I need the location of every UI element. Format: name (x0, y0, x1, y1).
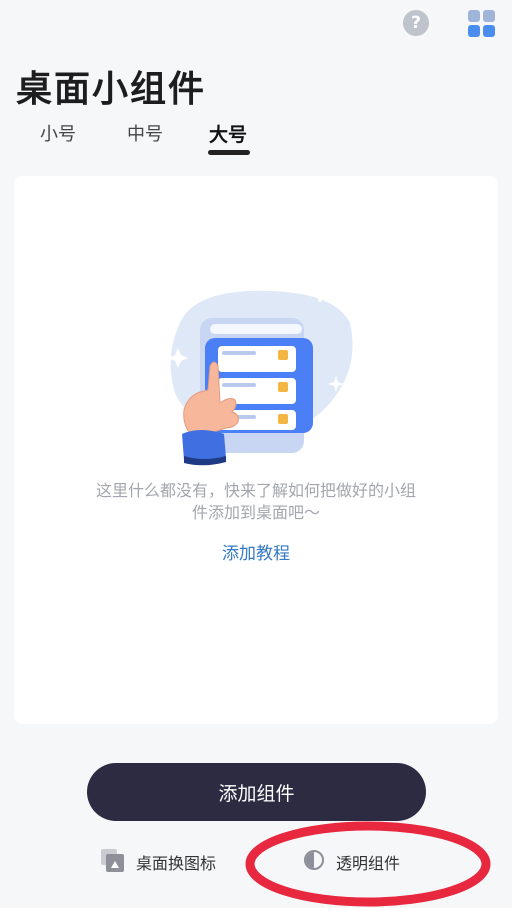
tab-small[interactable]: 小号 (40, 120, 76, 146)
empty-message-line-2: 件添加到桌面吧～ (191, 503, 320, 522)
change-icon-icon[interactable] (100, 848, 126, 874)
empty-message-line-1: 这里什么都没有，快来了解如何把做好的小组 (95, 481, 416, 500)
add-widget-button[interactable]: 添加组件 (87, 763, 426, 821)
active-tab-indicator (208, 150, 250, 155)
widget-grid-icon[interactable] (468, 10, 496, 38)
empty-illustration (161, 290, 353, 466)
change-desktop-icon-button[interactable]: 桌面换图标 (136, 850, 216, 874)
tab-medium[interactable]: 中号 (127, 120, 163, 146)
help-icon[interactable]: ? (403, 10, 429, 36)
tab-large[interactable]: 大号 (209, 120, 247, 147)
annotation-circle (245, 821, 491, 907)
add-tutorial-link[interactable]: 添加教程 (0, 539, 512, 564)
empty-state-message: 这里什么都没有，快来了解如何把做好的小组 件添加到桌面吧～ (60, 480, 452, 524)
page-title: 桌面小组件 (16, 69, 207, 110)
